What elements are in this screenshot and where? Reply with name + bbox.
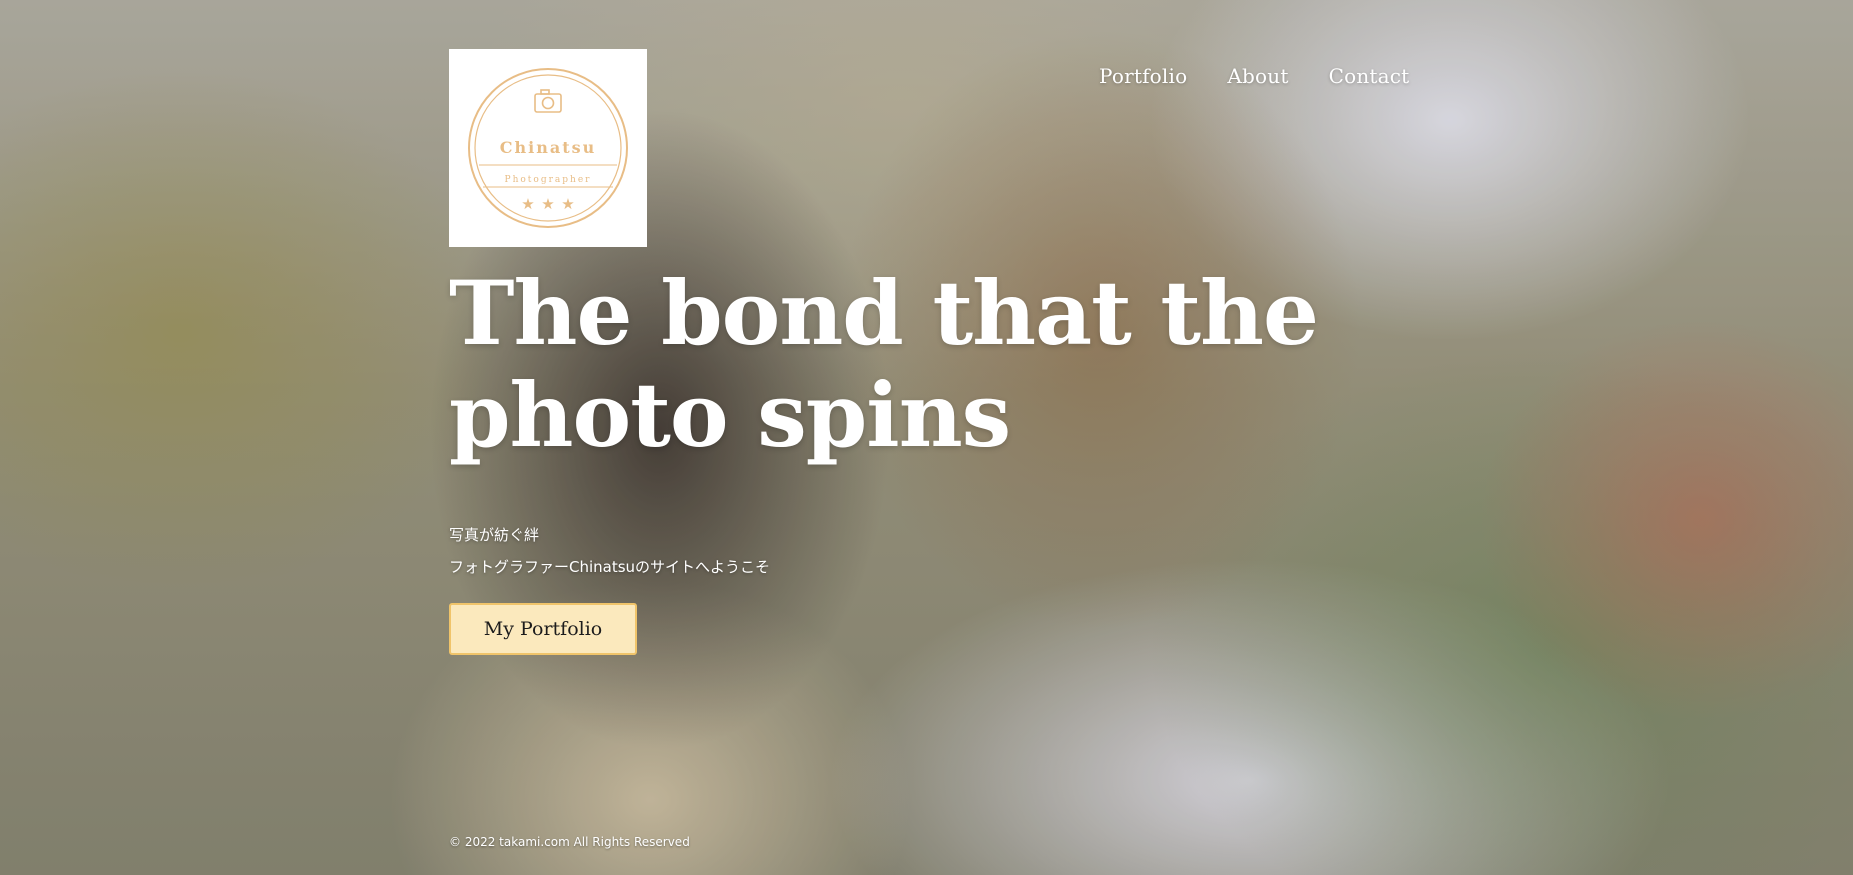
site-logo[interactable]: Chinatsu Photographer ★ ★ ★ [449,49,647,247]
nav-link-about[interactable]: About [1227,64,1288,88]
hero-section: Chinatsu Photographer ★ ★ ★ Portfolio Ab… [0,0,1853,875]
logo-tagline: Photographer [505,175,592,185]
hero-title-line1: The bond that the [449,261,1319,365]
hero-welcome-text: フォトグラファーChinatsuのサイトへようこそ [449,558,771,576]
nav-link-portfolio[interactable]: Portfolio [1099,64,1187,88]
hero-title-line2: photo spins [449,363,1011,467]
star-icons: ★ ★ ★ [521,195,574,213]
star-icon: ★ [521,195,534,213]
footer-copyright: © 2022 takami.com All Rights Reserved [449,835,690,849]
star-icon: ★ [561,195,574,213]
nav-link-contact[interactable]: Contact [1329,64,1410,88]
logo-name: Chinatsu [500,138,596,157]
my-portfolio-button-label: My Portfolio [483,618,603,640]
my-portfolio-button[interactable]: My Portfolio [449,603,637,655]
hero-title: The bond that the photo spins [449,262,1349,466]
logo-emblem: Chinatsu Photographer ★ ★ ★ [468,68,628,228]
star-icon: ★ [541,195,554,213]
camera-icon [534,89,562,113]
hero-subtitle: 写真が紡ぐ絆 [449,526,540,544]
main-nav: Portfolio About Contact [1099,64,1409,88]
